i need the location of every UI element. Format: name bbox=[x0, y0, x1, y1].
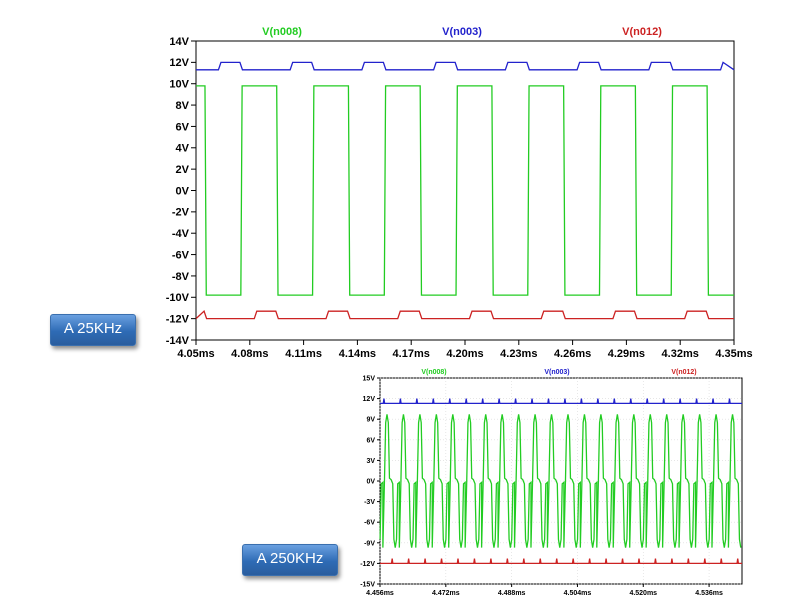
chart2-y-tick-label-6: -3V bbox=[364, 499, 375, 506]
chart2-x-tick-label-0: 4.456ms bbox=[366, 590, 394, 597]
chart1-y-tick-label-4: 6V bbox=[176, 121, 190, 133]
chart1-x-tick-label-10: 4.35ms bbox=[715, 348, 752, 360]
chart1-x-tick-label-6: 4.23ms bbox=[500, 348, 537, 360]
chart1-y-tick-label-13: -12V bbox=[166, 313, 190, 325]
chart2-y-tick-label-8: -9V bbox=[364, 540, 375, 547]
chart1-x-tick-label-2: 4.11ms bbox=[285, 348, 322, 360]
chart2-y-tick-label-4: 3V bbox=[366, 458, 375, 465]
chart1-x-tick-label-3: 4.14ms bbox=[339, 348, 376, 360]
chart1-x-tick-label-1: 4.08ms bbox=[231, 348, 268, 360]
chart1-legend-0: V(n008) bbox=[262, 26, 302, 38]
chart2-x-tick-label-1: 4.472ms bbox=[432, 590, 460, 597]
chart1-y-tick-label-1: 12V bbox=[169, 57, 189, 69]
chart2-x-tick-label-2: 4.488ms bbox=[498, 590, 526, 597]
chart-250khz: 15V 12V 9V 6V 3V 0V -3V -6V -9V -12V -15V 4.456ms 4.… bbox=[360, 369, 743, 597]
chart1-y-tick-label-12: -10V bbox=[166, 292, 190, 304]
frequency-badge-250khz: A 250KHz bbox=[242, 544, 338, 576]
chart2-y-tick-label-1: 12V bbox=[363, 396, 376, 403]
chart1-y-tick-label-9: -4V bbox=[172, 228, 190, 240]
chart1-y-tick-label-2: 10V bbox=[169, 79, 189, 91]
chart-25khz: 14V 12V 10V 8V 6V 4V 2V 0V -2V -4V -6V -8V -10V -12V -… bbox=[166, 26, 753, 360]
chart2-y-tick-label-7: -6V bbox=[364, 520, 375, 527]
chart1-y-tick-label-0: 14V bbox=[169, 36, 189, 48]
chart2-legend-2: V(n012) bbox=[671, 369, 696, 376]
chart1-x-tick-label-9: 4.32ms bbox=[662, 348, 699, 360]
chart2-legend-0: V(n008) bbox=[421, 369, 446, 376]
frequency-badge-25khz: A 25KHz bbox=[50, 314, 136, 346]
chart2-y-tick-label-5: 0V bbox=[366, 478, 375, 485]
chart2-y-tick-label-9: -12V bbox=[360, 561, 375, 568]
chart1-x-tick-label-4: 4.17ms bbox=[393, 348, 430, 360]
chart2-x-tick-label-4: 4.520ms bbox=[629, 590, 657, 597]
chart2-y-tick-label-3: 6V bbox=[366, 437, 375, 444]
chart1-x-tick-label-8: 4.29ms bbox=[608, 348, 645, 360]
chart2-x-tick-label-5: 4.536ms bbox=[695, 590, 723, 597]
chart1-y-tick-label-3: 8V bbox=[176, 100, 190, 112]
chart2-x-tick-label-3: 4.504ms bbox=[564, 590, 592, 597]
chart1-y-tick-label-11: -8V bbox=[172, 271, 190, 283]
chart1-y-tick-label-8: -2V bbox=[172, 207, 190, 219]
chart1-x-tick-label-7: 4.26ms bbox=[554, 348, 591, 360]
chart1-x-tick-label-5: 4.20ms bbox=[446, 348, 483, 360]
chart1-y-tick-label-10: -6V bbox=[172, 249, 190, 261]
chart1-y-tick-label-7: 0V bbox=[176, 185, 190, 197]
chart1-y-tick-label-6: 2V bbox=[176, 164, 190, 176]
chart1-y-tick-label-14: -14V bbox=[166, 335, 190, 347]
chart2-legend-1: V(n003) bbox=[544, 369, 569, 376]
chart1-legend-1: V(n003) bbox=[442, 26, 482, 38]
chart1-x-tick-label-0: 4.05ms bbox=[177, 348, 214, 360]
chart1-y-tick-label-5: 4V bbox=[176, 143, 190, 155]
chart2-y-tick-label-10: -15V bbox=[360, 581, 375, 588]
chart2-y-tick-label-2: 9V bbox=[366, 417, 375, 424]
chart1-legend-2: V(n012) bbox=[622, 26, 662, 38]
chart2-y-tick-label-0: 15V bbox=[363, 375, 376, 382]
